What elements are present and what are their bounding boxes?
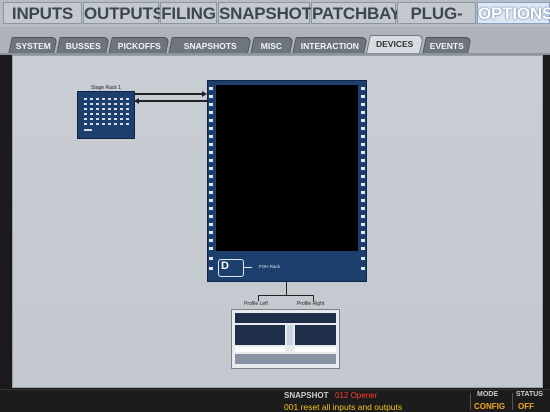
engine-display [216, 85, 358, 251]
profile-left-label: Profile Left [244, 301, 268, 307]
foh-engine-device[interactable]: D FOH Rack [207, 80, 367, 282]
tab-inputs[interactable]: INPUTS [3, 2, 82, 24]
tab-snapshots[interactable]: SNAPSHOTS [218, 2, 323, 24]
profile-link-line [258, 295, 314, 296]
tab-outputs[interactable]: OUTPUTS [83, 2, 164, 24]
subtab-system[interactable]: SYSTEM [8, 37, 58, 53]
engine-left-ports [208, 81, 214, 281]
divider [512, 393, 513, 410]
subtab-interaction[interactable]: INTERACTION [292, 37, 368, 53]
subtab-misc[interactable]: MISC [250, 37, 294, 53]
subtab-pickoffs[interactable]: PICKOFFS [108, 37, 170, 53]
subtab-events[interactable]: EVENTS [422, 37, 472, 53]
tab-plug-ins[interactable]: PLUG-INS [397, 2, 476, 45]
subtab-misc-label: MISC [261, 41, 283, 51]
mode-label: MODE [477, 391, 498, 398]
tab-options[interactable]: OPTIONS [477, 2, 550, 24]
mode-value[interactable]: CONFIG [474, 402, 505, 411]
subtab-devices-label: DEVICES [376, 39, 414, 49]
arrowhead-left-icon [134, 98, 139, 104]
subtab-snapshots[interactable]: SNAPSHOTS [168, 37, 252, 53]
engine-right-ports [360, 81, 366, 281]
tab-filing[interactable]: FILING [160, 2, 217, 24]
stage-rack-device[interactable] [77, 91, 135, 139]
tab-patchbay[interactable]: PATCHBAY [311, 2, 401, 24]
subtab-interaction-label: INTERACTION [300, 41, 359, 51]
subtab-devices[interactable]: DEVICES [366, 35, 424, 53]
subtab-snapshots-label: SNAPSHOTS [183, 41, 237, 51]
snapshot-label: SNAPSHOT [284, 391, 329, 400]
profile-console-device[interactable] [231, 309, 340, 369]
link-arrow-out [139, 100, 207, 102]
digidesign-logo-icon: D [218, 259, 244, 277]
subtab-pickoffs-label: PICKOFFS [117, 41, 161, 51]
link-arrow-in [134, 93, 202, 95]
snapshot-name[interactable]: 012 Opener [335, 391, 377, 400]
status-label: STATUS [516, 391, 543, 398]
venue-options-window: INPUTS OUTPUTS FILING SNAPSHOTS PATCHBAY… [0, 0, 550, 412]
options-subtab-bar: SYSTEM BUSSES PICKOFFS SNAPSHOTS MISC IN… [0, 27, 550, 55]
subtab-busses-label: BUSSES [65, 41, 101, 51]
main-tab-bar: INPUTS OUTPUTS FILING SNAPSHOTS PATCHBAY… [0, 0, 550, 45]
engine-badge: D FOH Rack [208, 253, 366, 281]
snapshot-description: 001 reset all inputs and outputs [284, 402, 403, 412]
status-bar: SNAPSHOT 012 Opener 001 reset all inputs… [0, 389, 550, 412]
subtab-busses[interactable]: BUSSES [56, 37, 110, 53]
subtab-system-label: SYSTEM [15, 41, 51, 51]
divider [470, 393, 471, 410]
engine-label: FOH Rack [259, 264, 281, 269]
profile-right-label: Profile Right [297, 301, 325, 307]
status-value: OFF [518, 402, 534, 411]
engine-link-line [286, 281, 287, 295]
subtab-events-label: EVENTS [429, 41, 464, 51]
